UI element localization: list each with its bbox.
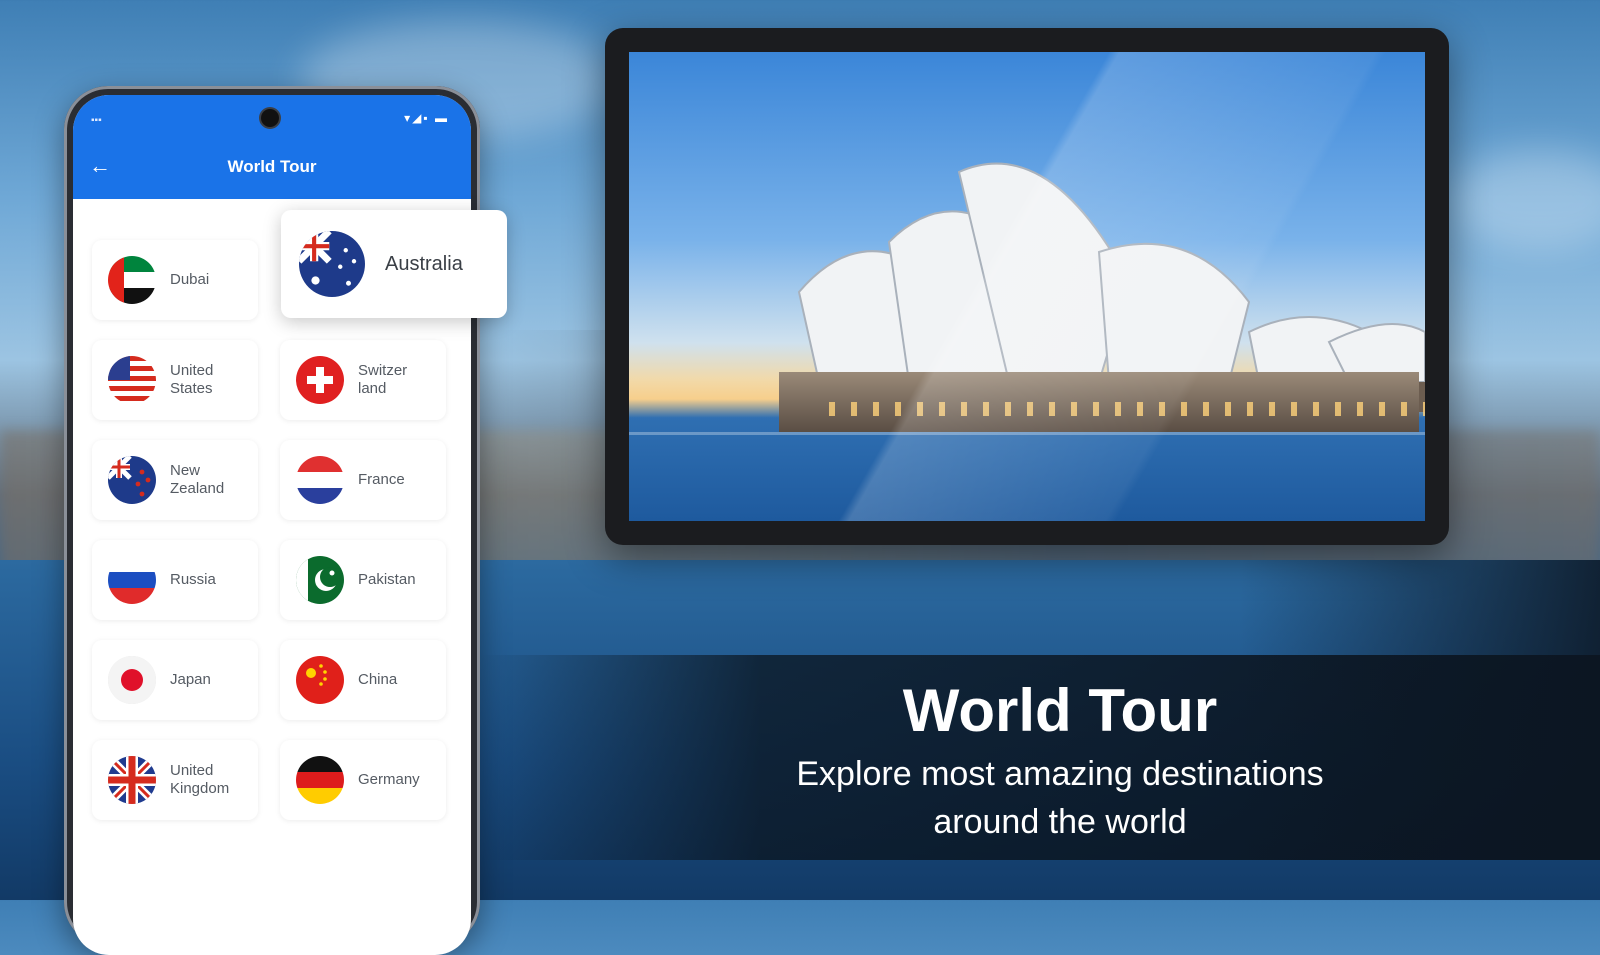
country-name: France	[358, 471, 405, 488]
france-flag-icon	[296, 456, 344, 504]
country-card-dubai[interactable]: Dubai	[92, 240, 258, 320]
country-card-new-zealand[interactable]: New Zealand	[92, 440, 258, 520]
country-name: Australia	[385, 253, 463, 275]
country-card-australia[interactable]: Australia	[281, 210, 507, 318]
country-card-pakistan[interactable]: Pakistan	[280, 540, 446, 620]
opera-house-image	[629, 52, 1425, 521]
promo-subtitle-line2: around the world	[933, 803, 1187, 841]
country-card-united-kingdom[interactable]: United Kingdom	[92, 740, 258, 820]
country-name: China	[358, 671, 398, 688]
country-name: Japan	[170, 671, 211, 688]
germany-flag-icon	[296, 756, 344, 804]
tablet-frame	[605, 28, 1449, 545]
promo-title: World Tour	[902, 677, 1218, 744]
pakistan-flag-icon	[296, 556, 344, 604]
promo-subtitle-line1: Explore most amazing destinations	[796, 755, 1324, 793]
russia-flag-icon	[108, 556, 156, 604]
china-flag-icon	[296, 656, 344, 704]
country-card-japan[interactable]: Japan	[92, 640, 258, 720]
country-name: Russia	[170, 571, 216, 588]
country-card-russia[interactable]: Russia	[92, 540, 258, 620]
country-card-france[interactable]: France	[280, 440, 446, 520]
country-card-china[interactable]: China	[280, 640, 446, 720]
promo-subtitle: Explore most amazing destinations around…	[760, 750, 1360, 846]
uk-flag-icon	[108, 756, 156, 804]
app-title: World Tour	[227, 157, 317, 176]
uae-flag-icon	[108, 256, 156, 304]
japan-flag-icon	[108, 656, 156, 704]
country-card-germany[interactable]: Germany	[280, 740, 446, 820]
country-name: United States	[170, 362, 214, 397]
switzerland-flag-icon	[296, 356, 344, 404]
country-card-switzerland[interactable]: Switzer land	[280, 340, 446, 420]
country-name: New Zealand	[170, 462, 225, 497]
usa-flag-icon	[108, 356, 156, 404]
app-bar: ▪▪▪ ▾◢▪ ▬ ← World Tour	[73, 95, 471, 199]
country-name: Switzer land	[358, 362, 408, 397]
country-name: Dubai	[170, 271, 210, 288]
camera-cutout	[261, 109, 279, 127]
status-icons: ▾◢▪ ▬	[404, 111, 449, 125]
country-name: Germany	[358, 771, 420, 788]
country-name: United Kingdom	[170, 762, 230, 797]
new-zealand-flag-icon	[108, 456, 156, 504]
australia-flag-icon	[299, 231, 365, 297]
country-card-united-states[interactable]: United States	[92, 340, 258, 420]
status-bar-left: ▪▪▪	[91, 115, 102, 126]
country-name: Pakistan	[358, 571, 416, 588]
